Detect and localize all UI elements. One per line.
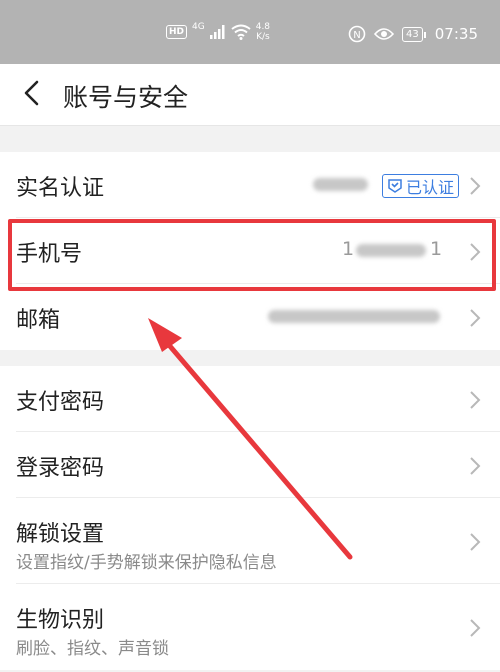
chevron-right-icon (470, 619, 481, 637)
nav-header: 账号与安全 (0, 64, 500, 126)
hd-badge: HD (166, 25, 188, 39)
row-biometrics[interactable]: 生物识别 刷脸、指纹、声音锁 (0, 584, 500, 670)
nfc-icon: N (348, 25, 366, 43)
unlock-settings-subtitle: 设置指纹/手势解锁来保护隐私信息 (16, 553, 277, 573)
real-name-label: 实名认证 (16, 176, 105, 201)
pay-password-label: 支付密码 (16, 390, 105, 415)
verified-badge-text: 已认证 (406, 178, 455, 197)
status-bar: HD 4G 4.8 K/s N 43 07:35 (0, 0, 500, 64)
chevron-right-icon (470, 243, 481, 261)
chevron-left-icon[interactable] (18, 78, 48, 108)
email-value-masked (268, 310, 440, 323)
biometrics-subtitle: 刷脸、指纹、声音锁 (16, 639, 169, 659)
row-pay-password[interactable]: 支付密码 (0, 366, 500, 432)
verified-badge: 已认证 (382, 174, 460, 198)
login-password-label: 登录密码 (16, 456, 105, 481)
signal-icon (209, 25, 225, 39)
eye-icon (374, 28, 395, 40)
phone-value-masked (356, 244, 426, 257)
speed-value: 4.8 (255, 22, 271, 32)
phone-label: 手机号 (16, 242, 83, 267)
chevron-right-icon (470, 457, 481, 475)
network-type: 4G (192, 22, 205, 32)
chevron-right-icon (470, 309, 481, 327)
clock: 07:35 (434, 25, 478, 43)
chevron-right-icon (470, 391, 481, 409)
status-right: N 43 07:35 (348, 24, 478, 44)
chevron-right-icon (470, 533, 481, 551)
phone-value-prefix: 1 (342, 238, 355, 260)
phone-value-suffix: 1 (430, 238, 443, 260)
chevron-right-icon (470, 177, 481, 195)
net-speed: 4.8 K/s (256, 22, 270, 42)
biometrics-label: 生物识别 (16, 608, 105, 633)
row-login-password[interactable]: 登录密码 (0, 432, 500, 498)
unlock-settings-label: 解锁设置 (16, 522, 105, 547)
account-group: 实名认证 已认证 手机号 1 1 邮箱 (0, 152, 500, 350)
email-label: 邮箱 (16, 308, 61, 333)
battery-icon: 43 (402, 26, 426, 42)
status-left: HD 4G 4.8 K/s (166, 22, 270, 42)
row-phone[interactable]: 手机号 1 1 (0, 218, 500, 284)
speed-unit: K/s (256, 32, 270, 42)
wifi-icon (231, 24, 251, 40)
verified-icon (388, 179, 402, 193)
row-real-name[interactable]: 实名认证 已认证 (0, 152, 500, 218)
row-email[interactable]: 邮箱 (0, 284, 500, 350)
real-name-value-masked (313, 178, 368, 191)
svg-text:N: N (353, 30, 360, 41)
row-unlock-settings[interactable]: 解锁设置 设置指纹/手势解锁来保护隐私信息 (0, 498, 500, 584)
security-group: 支付密码 登录密码 解锁设置 设置指纹/手势解锁来保护隐私信息 生物识别 刷脸、… (0, 366, 500, 670)
page-title: 账号与安全 (63, 83, 189, 112)
